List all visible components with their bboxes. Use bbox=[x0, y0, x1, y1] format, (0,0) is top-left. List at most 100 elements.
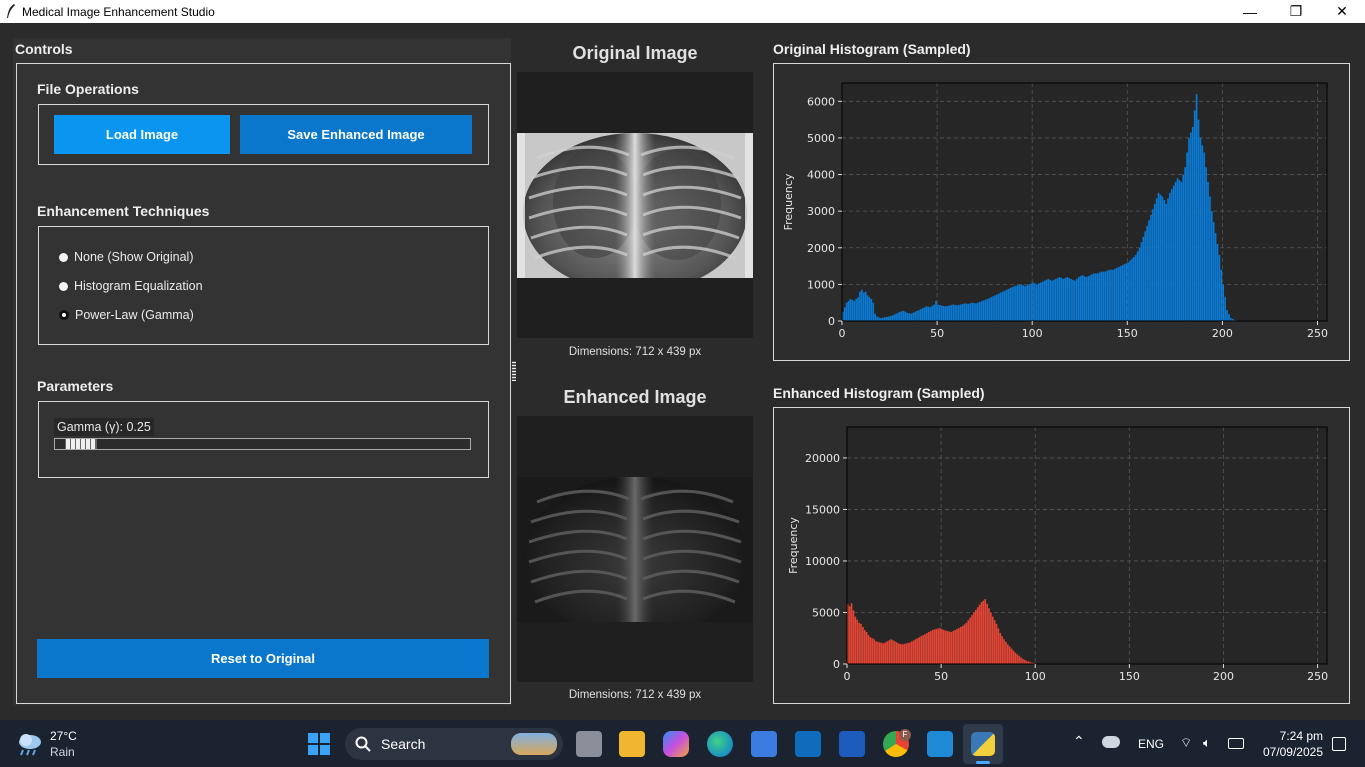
y-tick-label: 5000 bbox=[807, 132, 835, 145]
histogram-bar bbox=[975, 609, 977, 664]
parameters-title: Parameters bbox=[37, 378, 114, 394]
histogram-bar bbox=[1003, 639, 1005, 664]
histogram-bar bbox=[900, 311, 903, 321]
histogram-bar bbox=[963, 303, 966, 321]
histogram-bar bbox=[1001, 636, 1003, 664]
histogram-bar bbox=[924, 634, 926, 664]
load-image-button[interactable]: Load Image bbox=[54, 115, 230, 154]
histogram-bar bbox=[969, 303, 972, 321]
clock-time[interactable]: 7:24 pm bbox=[1257, 729, 1323, 743]
histogram-bar bbox=[1007, 288, 1010, 321]
histogram-bar bbox=[887, 316, 890, 321]
maximize-button[interactable]: ❐ bbox=[1273, 0, 1319, 23]
close-button[interactable]: ✕ bbox=[1319, 0, 1365, 23]
histogram-bar bbox=[897, 312, 899, 321]
file-ops-title: File Operations bbox=[37, 81, 139, 97]
histogram-bar bbox=[1153, 203, 1156, 321]
windows-start-icon[interactable] bbox=[307, 732, 331, 756]
copilot-icon[interactable] bbox=[663, 731, 689, 757]
weather-rain-icon[interactable] bbox=[16, 731, 44, 757]
histogram-bar bbox=[991, 616, 994, 664]
histogram-bar bbox=[1180, 181, 1183, 321]
language-indicator[interactable]: ENG bbox=[1138, 737, 1164, 751]
histogram-bar bbox=[870, 299, 873, 321]
edge-browser-icon[interactable] bbox=[707, 731, 733, 757]
histogram-bar bbox=[918, 310, 920, 321]
histogram-bar bbox=[916, 310, 918, 321]
x-tick-label: 50 bbox=[930, 327, 944, 340]
app-body: Controls File Operations Load Image Save… bbox=[0, 23, 1365, 720]
taskbar-search-box[interactable]: Search bbox=[345, 728, 563, 760]
histogram-bar bbox=[1007, 644, 1009, 664]
radio-none[interactable]: None (Show Original) bbox=[59, 250, 194, 264]
file-explorer-icon[interactable] bbox=[619, 731, 645, 757]
search-label: Search bbox=[381, 736, 426, 752]
histogram-bar bbox=[1058, 277, 1061, 321]
notification-bell-icon[interactable] bbox=[1332, 737, 1346, 751]
window-title: Medical Image Enhancement Studio bbox=[22, 5, 215, 19]
histogram-bar bbox=[997, 293, 1000, 321]
histogram-bar bbox=[946, 631, 949, 664]
histogram-bar bbox=[921, 308, 924, 321]
wifi-icon[interactable]: ⌔ bbox=[1180, 735, 1192, 751]
panel-sash-handle[interactable] bbox=[512, 361, 516, 381]
histogram-bar bbox=[1012, 650, 1015, 664]
python-app-active[interactable] bbox=[963, 724, 1003, 764]
histogram-bar bbox=[872, 302, 875, 321]
histogram-bar bbox=[916, 638, 919, 664]
histogram-bar bbox=[1064, 277, 1067, 321]
y-axis-label: Frequency bbox=[787, 517, 800, 574]
histogram-bar bbox=[849, 299, 852, 321]
clock-date[interactable]: 07/09/2025 bbox=[1257, 745, 1323, 759]
minimize-icon: — bbox=[1243, 3, 1257, 20]
enhanced-xray-image bbox=[517, 477, 753, 622]
histogram-bar bbox=[1171, 189, 1173, 321]
radio-histogram-equalization[interactable]: Histogram Equalization bbox=[59, 279, 203, 293]
histogram-bar bbox=[882, 643, 885, 664]
histogram-bar bbox=[1134, 255, 1137, 321]
show-hidden-icons-chevron-icon[interactable]: ⌃ bbox=[1073, 733, 1085, 750]
histogram-bar bbox=[961, 303, 964, 321]
gamma-slider[interactable] bbox=[54, 438, 471, 450]
histogram-bar bbox=[1003, 290, 1006, 321]
histogram-bar bbox=[1218, 255, 1221, 321]
x-tick-label: 0 bbox=[844, 670, 851, 683]
save-enhanced-image-button[interactable]: Save Enhanced Image bbox=[240, 115, 472, 154]
histogram-bar bbox=[1228, 314, 1230, 321]
gamma-slider-thumb[interactable] bbox=[65, 439, 97, 449]
weather-temp: 27°C bbox=[50, 729, 77, 743]
histogram-bar bbox=[967, 620, 970, 664]
histogram-bar bbox=[1085, 277, 1088, 321]
microsoft-store-icon[interactable] bbox=[751, 731, 777, 757]
task-view-icon[interactable] bbox=[576, 731, 602, 757]
histogram-bar bbox=[1014, 652, 1017, 664]
histogram-bar bbox=[1016, 654, 1019, 664]
histogram-bar bbox=[959, 626, 962, 664]
histogram-bar bbox=[908, 313, 911, 321]
histogram-bar bbox=[1005, 641, 1007, 664]
histogram-bar bbox=[1018, 284, 1021, 321]
histogram-bar bbox=[954, 629, 956, 664]
histogram-bar bbox=[1074, 280, 1076, 321]
histogram-bar bbox=[1015, 285, 1017, 321]
histogram-bar bbox=[845, 302, 848, 321]
minimize-button[interactable]: — bbox=[1227, 0, 1273, 23]
histogram-bar bbox=[1190, 132, 1192, 321]
histogram-bar bbox=[871, 638, 874, 664]
onedrive-icon[interactable] bbox=[1102, 736, 1120, 748]
histogram-bar bbox=[923, 307, 926, 321]
battery-icon[interactable] bbox=[1228, 738, 1244, 749]
vscode-icon[interactable] bbox=[927, 731, 953, 757]
radio-power-law[interactable]: Power-Law (Gamma) bbox=[59, 308, 194, 322]
word-icon[interactable] bbox=[839, 731, 865, 757]
histogram-bar bbox=[969, 617, 971, 664]
histogram-bar bbox=[935, 300, 937, 321]
outlook-icon[interactable] bbox=[795, 731, 821, 757]
histogram-bar bbox=[1157, 192, 1160, 321]
histogram-bar bbox=[1220, 269, 1223, 321]
reset-to-original-button[interactable]: Reset to Original bbox=[37, 639, 489, 678]
volume-icon[interactable]: 🔈︎ bbox=[1203, 735, 1211, 751]
histogram-bar bbox=[954, 304, 956, 321]
histogram-bar bbox=[843, 307, 846, 321]
x-tick-label: 50 bbox=[934, 670, 948, 683]
